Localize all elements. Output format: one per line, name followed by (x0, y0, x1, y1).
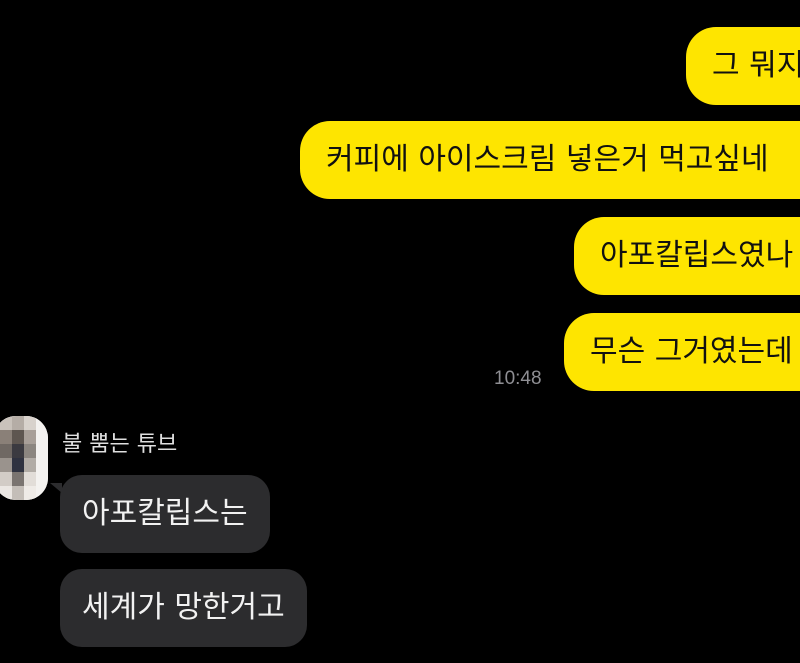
outgoing-message-bubble[interactable]: 커피에 아이스크림 넣은거 먹고싶네 (300, 121, 800, 199)
outgoing-message-bubble[interactable]: 무슨 그거였는데 (564, 313, 800, 391)
sender-avatar[interactable] (0, 416, 48, 500)
outgoing-message-bubble[interactable]: 그 뭐지 (686, 27, 800, 105)
outgoing-message-bubble[interactable]: 아포칼립스였나 (574, 217, 800, 295)
sender-name: 불 뿜는 튜브 (62, 432, 178, 457)
message-timestamp: 10:48 (494, 368, 542, 389)
chat-message-list[interactable]: 그 뭐지 커피에 아이스크림 넣은거 먹고싶네 아포칼립스였나 무슨 그거였는데… (0, 0, 800, 663)
pixelated-avatar-image (0, 416, 48, 500)
incoming-message-bubble[interactable]: 아포칼립스는 (50, 475, 270, 553)
incoming-message-bubble[interactable]: 세계가 망한거고 (60, 569, 307, 647)
